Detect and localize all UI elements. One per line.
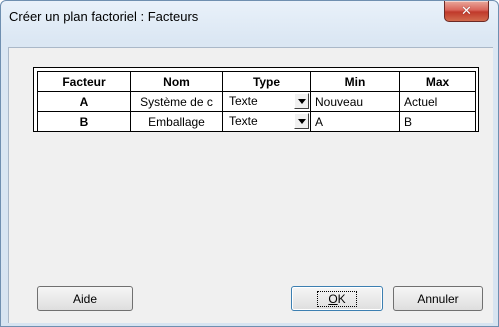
- column-header-min: Min: [310, 71, 400, 92]
- help-button-label: Aide: [72, 291, 98, 306]
- factor-type-select[interactable]: Texte: [222, 111, 311, 132]
- dialog-window: Créer un plan factoriel : Facteurs ✕ Fac…: [0, 0, 499, 327]
- table-row: B Emballage Texte A B: [37, 111, 476, 132]
- dialog-client-area: Facteur Nom Type Min Max A Système de c …: [8, 47, 493, 323]
- factor-type-value: Texte: [229, 114, 258, 128]
- table-header-row: Facteur Nom Type Min Max: [37, 71, 476, 92]
- chevron-down-icon: [297, 98, 306, 104]
- factor-min-cell[interactable]: Nouveau: [310, 91, 400, 112]
- column-header-facteur: Facteur: [37, 71, 131, 92]
- type-dropdown-button[interactable]: [294, 113, 309, 129]
- close-button[interactable]: ✕: [444, 1, 489, 22]
- title-bar[interactable]: Créer un plan factoriel : Facteurs ✕: [1, 1, 498, 33]
- window-title: Créer un plan factoriel : Facteurs: [9, 9, 199, 24]
- ok-label-rest: K: [337, 291, 346, 306]
- factor-label-cell: A: [37, 91, 131, 112]
- column-header-type: Type: [222, 71, 311, 92]
- factor-type-select[interactable]: Texte: [222, 91, 311, 112]
- factors-grid: Facteur Nom Type Min Max A Système de c …: [33, 67, 479, 132]
- factors-table: Facteur Nom Type Min Max A Système de c …: [37, 71, 476, 132]
- factor-type-value: Texte: [229, 94, 258, 108]
- cancel-button-label: Annuler: [417, 291, 459, 306]
- table-row: A Système de c Texte Nouveau Actuel: [37, 91, 476, 112]
- factor-max-cell[interactable]: B: [399, 111, 476, 132]
- factor-label-cell: B: [37, 111, 131, 132]
- factor-name-cell[interactable]: Système de c: [130, 91, 223, 112]
- column-header-max: Max: [399, 71, 476, 92]
- ok-mnemonic: O: [328, 291, 338, 306]
- column-header-nom: Nom: [130, 71, 223, 92]
- cancel-button[interactable]: Annuler: [393, 286, 483, 311]
- ok-button[interactable]: OK: [291, 286, 383, 311]
- factor-min-cell[interactable]: A: [310, 111, 400, 132]
- close-icon: ✕: [461, 3, 472, 19]
- factor-max-cell[interactable]: Actuel: [399, 91, 476, 112]
- type-dropdown-button[interactable]: [294, 93, 309, 109]
- factor-name-cell[interactable]: Emballage: [130, 111, 223, 132]
- chevron-down-icon: [297, 118, 306, 124]
- help-button[interactable]: Aide: [37, 286, 133, 311]
- ok-button-label: OK: [317, 290, 357, 307]
